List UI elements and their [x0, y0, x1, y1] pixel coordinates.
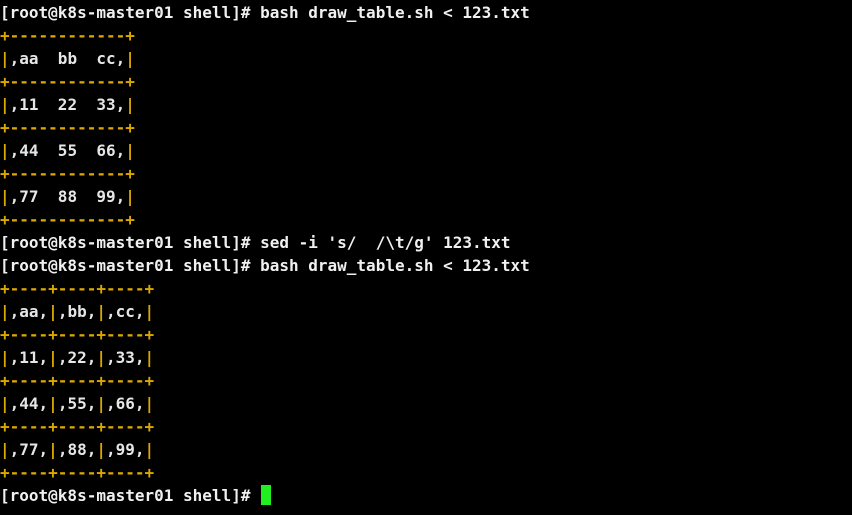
table-cell: ,99,: [105, 440, 145, 459]
table-pipe: |: [0, 348, 10, 367]
table-cell: ,44,: [9, 394, 49, 413]
table-pipe: |: [125, 95, 135, 114]
table-pipe: |: [144, 440, 155, 459]
shell-prompt: [root@k8s-master01 shell]#: [0, 486, 261, 505]
table-cell: ,11 22 33,: [9, 95, 126, 114]
table-cell: ,77 88 99,: [9, 187, 126, 206]
table-pipe: |: [0, 187, 10, 206]
table-cell: ,22,: [57, 348, 97, 367]
table-cell: ,77,: [9, 440, 49, 459]
command-text: bash draw_table.sh < 123.txt: [260, 256, 530, 275]
table-pipe: |: [0, 394, 10, 413]
table-row: |,77,|,88,|,99,|: [0, 438, 852, 461]
table-cell: ,88,: [57, 440, 97, 459]
terminal-window[interactable]: [root@k8s-master01 shell]# bash draw_tab…: [0, 0, 852, 515]
active-prompt-line: [root@k8s-master01 shell]#: [0, 484, 852, 507]
table-border: +------------+: [0, 164, 135, 183]
table-pipe: |: [144, 394, 155, 413]
table-border: +------------+: [0, 72, 135, 91]
command-text: sed -i 's/ /\t/g' 123.txt: [260, 233, 511, 252]
table-row: |,aa,|,bb,|,cc,|: [0, 300, 852, 323]
table-cell: ,11,: [9, 348, 49, 367]
command-line: [root@k8s-master01 shell]# bash draw_tab…: [0, 1, 852, 24]
table-pipe: |: [48, 302, 58, 321]
table-border: +----+----+----+: [0, 279, 155, 298]
table-border: +------------+: [0, 210, 135, 229]
table-pipe: |: [144, 302, 155, 321]
table-pipe: |: [48, 348, 58, 367]
table-pipe: |: [125, 141, 135, 160]
table-pipe: |: [0, 302, 10, 321]
block-cursor-icon[interactable]: [261, 485, 272, 505]
table-cell: ,55,: [57, 394, 97, 413]
command-text: bash draw_table.sh < 123.txt: [260, 3, 530, 22]
command-line: [root@k8s-master01 shell]# sed -i 's/ /\…: [0, 231, 852, 254]
table-row: |,11,|,22,|,33,|: [0, 346, 852, 369]
table-cell: ,aa bb cc,: [9, 49, 126, 68]
table-pipe: |: [0, 440, 10, 459]
table-border: +------------+: [0, 26, 135, 45]
table-pipe: |: [0, 49, 10, 68]
table-border: +----+----+----+: [0, 371, 155, 390]
table-border: +----+----+----+: [0, 463, 155, 482]
table-cell: ,66,: [105, 394, 145, 413]
shell-prompt: [root@k8s-master01 shell]#: [0, 3, 261, 22]
table-border: +------------+: [0, 118, 135, 137]
table-cell: ,44 55 66,: [9, 141, 126, 160]
table-pipe: |: [125, 49, 135, 68]
table-cell: ,aa,: [9, 302, 49, 321]
table-pipe: |: [144, 348, 155, 367]
table-pipe: |: [125, 187, 135, 206]
table-border: +----+----+----+: [0, 417, 155, 436]
table-cell: ,cc,: [105, 302, 145, 321]
table-pipe: |: [48, 394, 58, 413]
table-pipe: |: [96, 348, 106, 367]
table-cell: ,bb,: [57, 302, 97, 321]
shell-prompt: [root@k8s-master01 shell]#: [0, 233, 261, 252]
table-pipe: |: [96, 302, 106, 321]
table-row: |,11 22 33,|: [0, 93, 852, 116]
table-border: +----+----+----+: [0, 325, 155, 344]
table-pipe: |: [48, 440, 58, 459]
table-row: |,77 88 99,|: [0, 185, 852, 208]
table-row: |,aa bb cc,|: [0, 47, 852, 70]
table-cell: ,33,: [105, 348, 145, 367]
table-pipe: |: [96, 440, 106, 459]
shell-prompt: [root@k8s-master01 shell]#: [0, 256, 261, 275]
table-row: |,44 55 66,|: [0, 139, 852, 162]
command-line: [root@k8s-master01 shell]# bash draw_tab…: [0, 254, 852, 277]
table-pipe: |: [0, 141, 10, 160]
table-pipe: |: [0, 95, 10, 114]
table-row: |,44,|,55,|,66,|: [0, 392, 852, 415]
table-pipe: |: [96, 394, 106, 413]
